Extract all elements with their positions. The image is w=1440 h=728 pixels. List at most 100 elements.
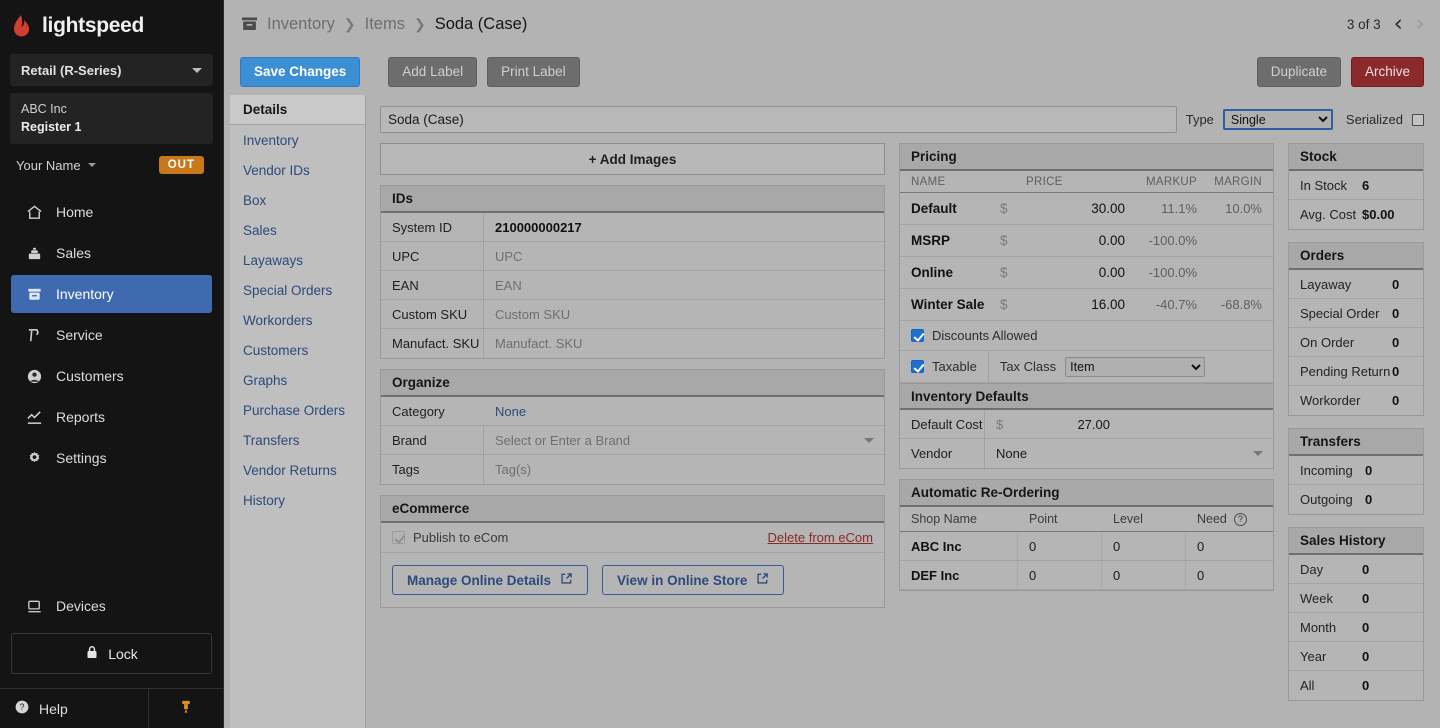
lock-button[interactable]: Lock (11, 633, 212, 674)
add-images-button[interactable]: + Add Images (380, 143, 885, 175)
subnav-item-special-orders[interactable]: Special Orders (230, 275, 365, 305)
reorder-point-input[interactable]: 0 (1018, 561, 1102, 589)
delete-from-ecom-link[interactable]: Delete from eCom (768, 530, 873, 545)
subnav-item-vendor-returns[interactable]: Vendor Returns (230, 455, 365, 485)
sidebar-item-customers[interactable]: Customers (11, 357, 212, 395)
sidebar-item-label: Devices (56, 598, 106, 614)
price-input[interactable]: 30.00 (1026, 201, 1131, 216)
list-item: Avg. Cost $0.00 (1289, 200, 1423, 229)
brand-select[interactable]: Select or Enter a Brand (484, 426, 884, 454)
subnav-item-box[interactable]: Box (230, 185, 365, 215)
discounts-allowed-checkbox[interactable] (911, 329, 924, 342)
product-selector[interactable]: Retail (R-Series) (10, 54, 213, 86)
transfers-panel: Transfers Incoming 0 Outgoing 0 (1288, 428, 1424, 515)
ean-input[interactable]: EAN (484, 271, 884, 299)
subnav-item-history[interactable]: History (230, 485, 365, 515)
pricing-panel-title: Pricing (900, 144, 1273, 171)
subnav-item-vendor-ids[interactable]: Vendor IDs (230, 155, 365, 185)
tax-class-select[interactable]: Item (1065, 356, 1206, 377)
stat-label: On Order (1300, 334, 1355, 350)
sidebar-item-label: Reports (56, 409, 106, 426)
sidebar-item-label: Inventory (56, 286, 114, 303)
price-input[interactable]: 0.00 (1026, 265, 1131, 280)
row-label: Brand (381, 426, 484, 454)
category-value[interactable]: None (484, 397, 884, 425)
save-changes-button[interactable]: Save Changes (240, 56, 361, 87)
stats-column: Stock In Stock 6 Avg. Cost $0.00 Orders … (1288, 143, 1424, 728)
serialized-checkbox[interactable] (1412, 113, 1424, 126)
subnav-item-workorders[interactable]: Workorders (230, 305, 365, 335)
chevron-down-icon (864, 437, 874, 443)
manufact-sku-input[interactable]: Manufact. SKU (484, 329, 884, 358)
breadcrumb-items[interactable]: Items (365, 15, 405, 34)
item-type-select[interactable]: Single (1222, 109, 1333, 130)
chevron-down-icon (192, 67, 202, 73)
organize-panel-title: Organize (381, 370, 884, 397)
sidebar-item-inventory[interactable]: Inventory (11, 275, 212, 314)
item-name-input[interactable] (380, 106, 1177, 133)
list-item: All 0 (1289, 671, 1423, 700)
user-menu[interactable]: Your Name OUT (0, 144, 223, 175)
subnav-item-graphs[interactable]: Graphs (230, 365, 365, 395)
subnav-item-purchase-orders[interactable]: Purchase Orders (230, 395, 365, 425)
reorder-point-input[interactable]: 0 (1018, 532, 1102, 560)
sidebar-item-label: Settings (56, 450, 107, 467)
sidebar-item-home[interactable]: Home (11, 193, 212, 231)
price-input[interactable]: 16.00 (1026, 297, 1131, 312)
view-in-online-store-label: View in Online Store (617, 572, 748, 588)
brand-name: lightspeed (42, 14, 145, 37)
subnav-item-transfers[interactable]: Transfers (230, 425, 365, 455)
print-label-button[interactable]: Print Label (487, 56, 580, 87)
lock-label: Lock (108, 645, 138, 662)
reorder-level-input[interactable]: 0 (1102, 561, 1186, 589)
table-row: Brand Select or Enter a Brand (381, 426, 884, 455)
stat-value: $0.00 (1362, 207, 1395, 222)
inventory-defaults-title: Inventory Defaults (900, 383, 1273, 410)
shop-register-card[interactable]: ABC Inc Register 1 (10, 93, 213, 145)
archive-button[interactable]: Archive (1350, 56, 1424, 87)
tags-input[interactable]: Tag(s) (484, 455, 884, 484)
list-item: Layaway 0 (1289, 270, 1423, 299)
row-label: Manufact. SKU (381, 329, 484, 358)
sidebar-item-devices[interactable]: Devices (11, 587, 212, 625)
sidebar-item-settings[interactable]: Settings (11, 439, 212, 477)
stat-label: Outgoing (1300, 492, 1353, 507)
help-circle-icon[interactable]: ? (1233, 512, 1247, 526)
table-row: DEF Inc 0 0 0 (900, 561, 1273, 590)
orders-panel-title: Orders (1289, 243, 1423, 270)
taxable-checkbox[interactable] (911, 360, 924, 373)
middle-column: Pricing NAME PRICE MARKUP MARGIN Default (899, 143, 1274, 728)
prev-record-button[interactable]: ‹ (1394, 12, 1403, 36)
subnav-item-details[interactable]: Details (230, 95, 365, 125)
default-cost-input[interactable]: $ 27.00 (985, 410, 1273, 438)
reordering-panel-title: Automatic Re-Ordering (900, 480, 1273, 507)
price-input[interactable]: 0.00 (1026, 233, 1131, 248)
custom-sku-input[interactable]: Custom SKU (484, 300, 884, 328)
sidebar-item-sales[interactable]: Sales (11, 234, 212, 272)
lightspeed-flame-icon (14, 14, 35, 38)
manage-online-details-button[interactable]: Manage Online Details (392, 565, 589, 595)
sidebar-item-service[interactable]: Service (11, 316, 212, 354)
next-record-button[interactable]: › (1416, 12, 1425, 36)
subnav-item-customers[interactable]: Customers (230, 335, 365, 365)
help-button[interactable]: ? Help (0, 689, 149, 728)
clock-status-badge[interactable]: OUT (158, 156, 204, 175)
add-label-button[interactable]: Add Label (388, 56, 478, 87)
breadcrumb-inventory[interactable]: Inventory (267, 15, 335, 34)
upc-input[interactable]: UPC (484, 242, 884, 270)
subnav-item-sales[interactable]: Sales (230, 215, 365, 245)
action-toolbar: Save Changes Add Label Print Label Dupli… (224, 48, 1440, 95)
vendor-select[interactable]: None (985, 439, 1273, 468)
customers-person-icon (25, 367, 43, 385)
duplicate-button[interactable]: Duplicate (1256, 56, 1341, 87)
subnav-item-inventory[interactable]: Inventory (230, 125, 365, 155)
reorder-level-input[interactable]: 0 (1102, 532, 1186, 560)
breadcrumb-separator-icon: ❯ (413, 15, 426, 32)
sidebar-item-reports[interactable]: Reports (11, 398, 212, 436)
details-pane: Type Single Serialized + Add Images IDs (366, 95, 1424, 728)
view-in-online-store-button[interactable]: View in Online Store (602, 565, 785, 595)
markup-value: -100.0% (1148, 233, 1197, 248)
price-name: MSRP (911, 233, 951, 248)
subnav-item-layaways[interactable]: Layaways (230, 245, 365, 275)
pin-sidebar-button[interactable] (149, 689, 223, 728)
